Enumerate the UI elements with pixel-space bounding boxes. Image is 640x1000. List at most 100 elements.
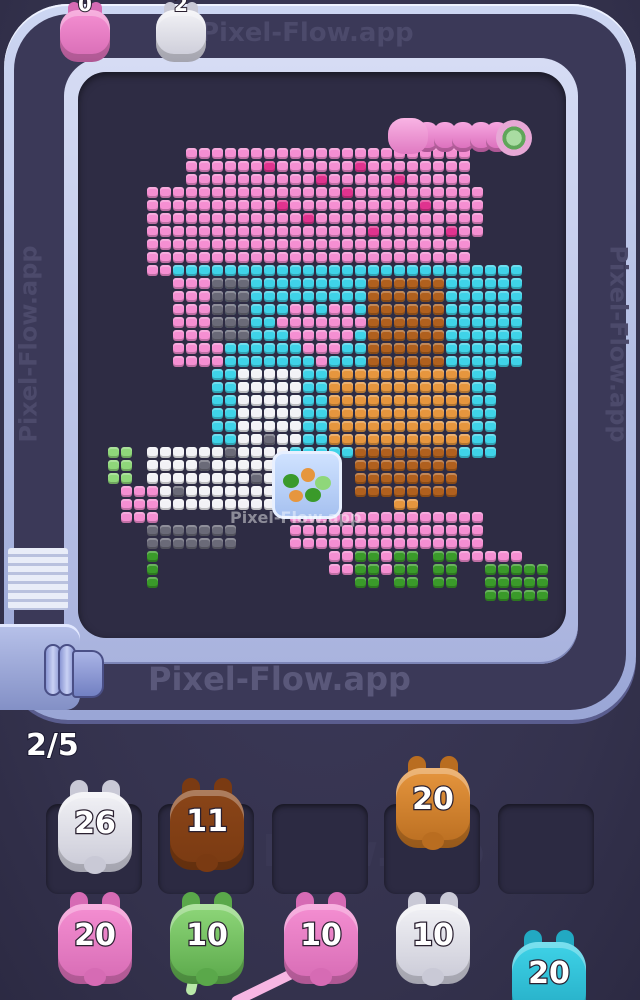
pixel-block [368,551,379,562]
pixel-block [420,525,431,536]
pixel-block [381,486,392,497]
pixel-block [160,265,171,276]
pixel-block [186,356,197,367]
pixel-block [225,200,236,211]
pixel-block [420,356,431,367]
pixel-block [485,590,496,601]
pixel-block [212,278,223,289]
worm-head [388,118,428,154]
pixel-block [433,460,444,471]
pixel-block [290,317,301,328]
pixel-block [264,265,275,276]
pixel-block [459,330,470,341]
pixel-block [173,330,184,341]
pixel-block [160,447,171,458]
pixel-block [238,330,249,341]
pixel-block [147,512,158,523]
pixel-block [485,330,496,341]
pixel-block [368,330,379,341]
pixel-block [251,317,262,328]
shooter-pig-count: 20 [73,917,117,955]
pixel-block [381,369,392,380]
pixel-block [459,278,470,289]
pixel-block [303,382,314,393]
pixel-block [355,343,366,354]
pixel-block [173,499,184,510]
shooter-pig[interactable]: 10 [164,892,250,990]
pixel-block [212,252,223,263]
pixel-block [420,330,431,341]
pixel-block [355,421,366,432]
tray-pig[interactable]: 26 [52,780,138,878]
pixel-block [459,226,470,237]
pixel-block [303,304,314,315]
pixel-block [303,291,314,302]
pixel-block [238,161,249,172]
pixel-block [420,239,431,250]
pixel-block [264,395,275,406]
pixel-block [251,356,262,367]
pixel-block [498,590,509,601]
pixel-block [134,499,145,510]
pixel-block [303,174,314,185]
pixel-block [446,278,457,289]
tray-slot-empty[interactable] [498,804,594,894]
pixel-block [251,408,262,419]
pixel-block [368,252,379,263]
pixel-block [316,538,327,549]
pixel-block [264,356,275,367]
pixel-block [355,395,366,406]
shooter-pig[interactable]: 20 [506,930,592,1000]
pixel-block [459,408,470,419]
pixel-block [446,408,457,419]
pixel-block [472,538,483,549]
pixel-block [433,187,444,198]
pixel-block [160,252,171,263]
pixel-block [394,369,405,380]
tray-pig[interactable]: 11 [164,778,250,876]
pixel-block [485,421,496,432]
pixel-block [407,200,418,211]
pixel-block [342,408,353,419]
pixel-block [212,447,223,458]
pixel-block [173,486,184,497]
pixel-block [238,291,249,302]
pixel-block [264,239,275,250]
shooter-pig[interactable]: 10 [390,892,476,990]
pixel-block [381,382,392,393]
pixel-block [342,200,353,211]
pixel-block [147,226,158,237]
pixel-block [433,395,444,406]
pixel-block [225,434,236,445]
pixel-block [225,486,236,497]
shooter-pig[interactable]: 20 [52,892,138,990]
pixel-block [446,226,457,237]
pixel-block [186,525,197,536]
pixel-block [472,382,483,393]
tray-pig[interactable]: 20 [390,756,476,854]
pixel-block [381,226,392,237]
pixel-block [199,291,210,302]
pixel-block [511,590,522,601]
pixel-block [342,148,353,159]
pixel-block [381,538,392,549]
shooter-pig[interactable]: 10 [278,892,364,990]
pixel-block [459,200,470,211]
tray-slot-empty[interactable] [272,804,368,894]
pixel-block [407,265,418,276]
pixel-block [264,369,275,380]
pixel-block [446,317,457,328]
pixel-block [420,434,431,445]
pixel-block [251,226,262,237]
pixel-block [355,577,366,588]
pixel-block [485,395,496,406]
pixel-block [381,421,392,432]
pixel-block [290,304,301,315]
pixel-block [485,551,496,562]
pixel-block [199,148,210,159]
pixel-block [407,174,418,185]
pixel-block [173,317,184,328]
pixel-block [394,525,405,536]
pixel-block [394,473,405,484]
pixel-block [381,525,392,536]
